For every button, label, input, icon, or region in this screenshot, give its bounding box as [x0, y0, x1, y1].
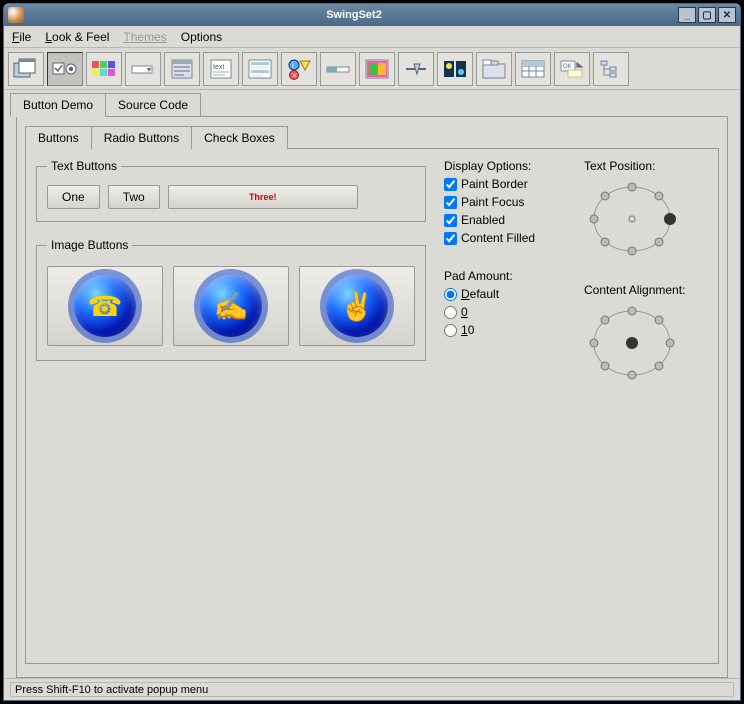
- tab-check-boxes[interactable]: Check Boxes: [191, 126, 288, 149]
- peace-icon: ✌: [340, 290, 375, 323]
- menu-options[interactable]: Options: [181, 30, 222, 44]
- display-options-head: Display Options:: [444, 159, 574, 173]
- toolbar-combobox-icon[interactable]: [125, 52, 161, 86]
- window-title: SwingSet2: [30, 9, 678, 21]
- phone-icon: ☎: [88, 290, 123, 323]
- svg-text:text: text: [213, 64, 224, 71]
- menu-file[interactable]: File: [12, 30, 31, 44]
- toolbar-progressbar-icon[interactable]: [320, 52, 356, 86]
- button-one[interactable]: One: [47, 185, 100, 209]
- svg-text:OK: OK: [563, 64, 572, 70]
- toolbar-scrollpane-icon[interactable]: [359, 52, 395, 86]
- toolbar-frame-icon[interactable]: [8, 52, 44, 86]
- radio-pad-ten[interactable]: 10: [444, 323, 574, 337]
- content-alignment-head: Content Alignment:: [584, 283, 708, 297]
- toolbar-optionpane-icon[interactable]: i✕: [281, 52, 317, 86]
- tab-button-demo[interactable]: Button Demo: [10, 93, 106, 117]
- toolbar-tooltip-icon[interactable]: OK: [554, 52, 590, 86]
- text-buttons-legend: Text Buttons: [47, 159, 121, 173]
- svg-text:i: i: [292, 61, 294, 70]
- toolbar-splitpane-icon[interactable]: [437, 52, 473, 86]
- tab-radio-buttons[interactable]: Radio Buttons: [91, 126, 192, 149]
- radio-pad-zero[interactable]: 0: [444, 305, 574, 319]
- toolbar-button-demo-icon[interactable]: [47, 52, 83, 86]
- menu-look-and-feel[interactable]: Look & Feel: [45, 30, 109, 44]
- text-position-head: Text Position:: [584, 159, 708, 173]
- menu-themes: Themes: [123, 30, 166, 44]
- check-content-filled[interactable]: Content Filled: [444, 231, 574, 245]
- text-buttons-group: Text Buttons One Two Three!: [36, 159, 426, 222]
- toolbar: text i✕ OK: [4, 48, 740, 90]
- toolbar-html-icon[interactable]: text: [203, 52, 239, 86]
- check-paint-focus-input[interactable]: [444, 196, 457, 209]
- toolbar-tabbedpane-icon[interactable]: [476, 52, 512, 86]
- check-content-filled-input[interactable]: [444, 232, 457, 245]
- tab-buttons[interactable]: Buttons: [25, 126, 92, 150]
- outer-tabs: Button Demo Source Code Buttons Radio Bu…: [4, 90, 740, 678]
- titlebar[interactable]: SwingSet2 _ ▢ ✕: [4, 4, 740, 26]
- image-button-phone[interactable]: ☎: [47, 266, 163, 346]
- radio-pad-default-input[interactable]: [444, 288, 457, 301]
- image-button-write[interactable]: ✍: [173, 266, 289, 346]
- close-button[interactable]: ✕: [718, 7, 736, 23]
- write-icon: ✍: [214, 290, 249, 323]
- minimize-button[interactable]: _: [678, 7, 696, 23]
- text-position-selector[interactable]: [584, 177, 680, 261]
- toolbar-tree-icon[interactable]: [593, 52, 629, 86]
- content-alignment-selector[interactable]: [584, 301, 680, 385]
- check-paint-border[interactable]: Paint Border: [444, 177, 574, 191]
- window-controls: _ ▢ ✕: [678, 7, 736, 23]
- check-enabled[interactable]: Enabled: [444, 213, 574, 227]
- status-text: Press Shift-F10 to activate popup menu: [10, 682, 734, 697]
- radio-pad-ten-input[interactable]: [444, 324, 457, 337]
- maximize-button[interactable]: ▢: [698, 7, 716, 23]
- app-window: SwingSet2 _ ▢ ✕ File Look & Feel Themes …: [3, 3, 741, 701]
- button-two[interactable]: Two: [108, 185, 160, 209]
- toolbar-list-icon[interactable]: [242, 52, 278, 86]
- check-paint-focus[interactable]: Paint Focus: [444, 195, 574, 209]
- svg-text:✕: ✕: [292, 73, 298, 80]
- toolbar-slider-icon[interactable]: [398, 52, 434, 86]
- image-buttons-group: Image Buttons ☎ ✍ ✌: [36, 238, 426, 361]
- radio-pad-zero-input[interactable]: [444, 306, 457, 319]
- toolbar-table-icon[interactable]: [515, 52, 551, 86]
- menubar: File Look & Feel Themes Options: [4, 26, 740, 48]
- toolbar-colorchooser-icon[interactable]: [86, 52, 122, 86]
- image-buttons-legend: Image Buttons: [47, 238, 132, 252]
- pad-amount-head: Pad Amount:: [444, 269, 574, 283]
- radio-pad-default[interactable]: Default: [444, 287, 574, 301]
- statusbar: Press Shift-F10 to activate popup menu: [4, 678, 740, 700]
- toolbar-filechooser-icon[interactable]: [164, 52, 200, 86]
- java-app-icon: [8, 7, 24, 23]
- check-enabled-input[interactable]: [444, 214, 457, 227]
- button-three[interactable]: Three!: [168, 185, 358, 209]
- check-paint-border-input[interactable]: [444, 178, 457, 191]
- image-button-peace[interactable]: ✌: [299, 266, 415, 346]
- tab-source-code[interactable]: Source Code: [105, 93, 201, 116]
